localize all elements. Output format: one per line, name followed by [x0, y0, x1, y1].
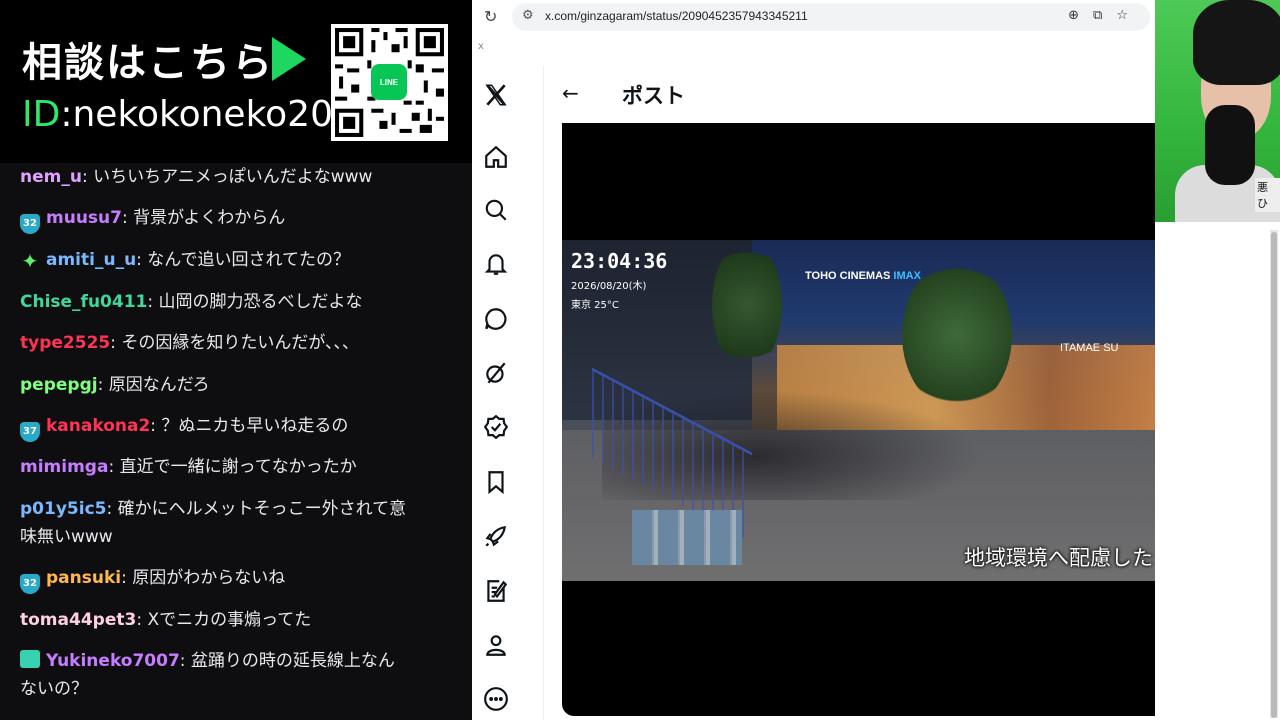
banner-line-id: ID:nekokoneko2018	[22, 94, 379, 135]
chat-message: ないの？	[20, 675, 415, 703]
profile-icon[interactable]	[481, 630, 511, 660]
scrollbar-thumb[interactable]	[1271, 232, 1277, 718]
back-arrow-icon[interactable]: ←	[562, 81, 579, 105]
subscriber-badge-icon: 37	[20, 422, 40, 442]
chat-username[interactable]: Chise_fu0411	[20, 292, 147, 312]
chat-username[interactable]: nem_u	[20, 167, 82, 187]
video-caption: 地域環境へ配慮した	[964, 546, 1153, 570]
tree	[902, 260, 1012, 410]
chat-text: 味無いwww	[20, 527, 113, 547]
video-clock: 23:04:36	[571, 249, 668, 273]
imax-sign-text: IMAX	[893, 270, 921, 282]
chat-text: : 原因なんだろ	[97, 375, 210, 395]
url-field[interactable]: ⚙ x.com/ginzagaram/status/20904523579433…	[512, 3, 1150, 31]
chat-message: 味無いwww	[20, 523, 415, 551]
chat-message: 32 muusu7: 背景がよくわからん	[20, 204, 415, 234]
trash-bins	[632, 510, 742, 565]
reload-icon[interactable]: ↻	[484, 7, 497, 26]
chat-text: ないの？	[20, 679, 88, 699]
post-header: ← ポスト	[544, 66, 1155, 123]
page-title: ポスト	[622, 84, 685, 108]
url-text[interactable]: x.com/ginzagaram/status/2090452357943345…	[545, 9, 808, 23]
diamond-badge-icon: ✦	[21, 249, 39, 273]
chat-message: Yukineko7007: 盆踊りの時の延長線上なん	[20, 647, 415, 675]
chat-username[interactable]: type2525	[20, 333, 110, 353]
address-actions: ⊕⧉☆	[1068, 8, 1142, 23]
qr-code: LINE	[331, 24, 448, 141]
more-icon[interactable]	[481, 684, 511, 714]
install-icon[interactable]: ⧉	[1093, 8, 1116, 23]
chat-text: : いちいちアニメっぽいんだよなwww	[81, 167, 373, 187]
chat-text: : Xでニカの事煽ってた	[136, 610, 312, 630]
chat-username[interactable]: muusu7	[46, 208, 122, 228]
grok-icon[interactable]	[481, 358, 511, 388]
chat-text: : 直近で一緒に謝ってなかったか	[108, 457, 357, 477]
chat-username[interactable]: pepepgj	[20, 375, 98, 395]
bookmark-icon[interactable]	[481, 467, 511, 497]
chat-text: : 原因がわからないね	[121, 568, 286, 588]
tree	[712, 240, 782, 370]
chat-message: Chise_fu0411: 山岡の脚力恐るべしだよな	[20, 288, 415, 316]
streamer-hair	[1193, 0, 1280, 85]
rocket-icon[interactable]	[481, 521, 511, 551]
bookmark-star-icon[interactable]: ☆	[1116, 8, 1142, 23]
chat-message: mimimga: 直近で一緒に謝ってなかったか	[20, 453, 415, 481]
video-date: 2026/08/20(木)	[571, 281, 647, 292]
chat-username[interactable]: pansuki	[46, 568, 121, 588]
chat-username[interactable]: kanakona2	[46, 416, 150, 436]
chat-text: : 山岡の脚力恐るべしだよな	[147, 292, 363, 312]
subscriber-badge-icon: 32	[20, 574, 40, 594]
banner-title: 相談はこちら	[22, 40, 274, 86]
site-settings-icon[interactable]: ⚙	[522, 8, 534, 23]
compose-icon[interactable]	[481, 576, 511, 606]
chat-username[interactable]: p01y5ic5	[20, 499, 106, 519]
chat-message: p01y5ic5: 確かにヘルメットそっこー外されて意	[20, 495, 415, 523]
chat-username[interactable]: Yukineko7007	[46, 651, 180, 671]
video-temperature: 東京 25°C	[571, 300, 619, 311]
x-logo-icon[interactable]	[481, 80, 511, 110]
play-arrow-icon	[272, 37, 306, 81]
chat-text: : なんで追い回されてたの？	[136, 250, 350, 270]
right-column	[1155, 222, 1280, 720]
chat-username[interactable]: amiti_u_u	[46, 250, 136, 270]
chat-message: nem_u: いちいちアニメっぽいんだよなwww	[20, 163, 415, 191]
chat-text: : 背景がよくわからん	[121, 208, 286, 228]
video-frame[interactable]: TOHO CINEMAS IMAX ITAMAE SU 23:04:36 202…	[562, 240, 1170, 581]
subscriber-badge-icon: 32	[20, 214, 40, 234]
chat-username[interactable]: mimimga	[20, 457, 108, 477]
chat-message: toma44pet3: Xでニカの事煽ってた	[20, 606, 415, 634]
consult-banner: 相談はこちら ID:nekokoneko2018 LINE	[0, 0, 472, 163]
search-icon[interactable]	[481, 195, 511, 225]
shop-sign: ITAMAE SU	[1060, 342, 1119, 354]
bell-icon[interactable]	[481, 249, 511, 279]
verified-icon[interactable]	[481, 412, 511, 442]
webcam-feed: 悪ひ	[1155, 0, 1280, 222]
chat-message: 37 kanakona2: ？ぬニカも早いね走るの	[20, 412, 415, 442]
message-icon[interactable]	[481, 304, 511, 334]
chat-message: type2525: その因縁を知りたいんだが､､､	[20, 329, 415, 357]
cinema-sign-text: TOHO CINEMAS	[805, 270, 891, 282]
chat-message: ✦ amiti_u_u: なんで追い回されてたの？	[20, 246, 415, 274]
chat-text: : ？ぬニカも早いね走るの	[150, 416, 349, 436]
chat-text: : 確かにヘルメットそっこー外されて意	[106, 499, 407, 519]
tab-close-icon[interactable]: x	[478, 41, 484, 52]
stream-layout: nem_u: いちいちアニメっぽいんだよなwww 32 muusu7: 背景がよくわ…	[0, 0, 1280, 720]
banner-id-prefix: ID	[22, 94, 61, 135]
home-icon[interactable]	[481, 142, 511, 172]
line-logo-icon: LINE	[371, 64, 407, 100]
zoom-icon[interactable]: ⊕	[1068, 8, 1093, 23]
chat-message: 32 pansuki: 原因がわからないね	[20, 564, 415, 594]
chat-text: : その因縁を知りたいんだが､､､	[110, 333, 351, 353]
chat-text: : 盆踊りの時の延長線上なん	[179, 651, 395, 671]
microphone-icon	[1205, 105, 1255, 185]
chat-message: pepepgj: 原因なんだろ	[20, 371, 415, 399]
jersey-text: 悪ひ	[1255, 178, 1280, 212]
address-bar: ↻ ⚙ x.com/ginzagaram/status/209045235794…	[472, 0, 1155, 34]
cinema-sign: TOHO CINEMAS IMAX	[805, 270, 921, 282]
chat-username[interactable]: toma44pet3	[20, 610, 136, 630]
x-sidebar	[472, 66, 544, 720]
gift-badge-icon	[20, 650, 40, 668]
